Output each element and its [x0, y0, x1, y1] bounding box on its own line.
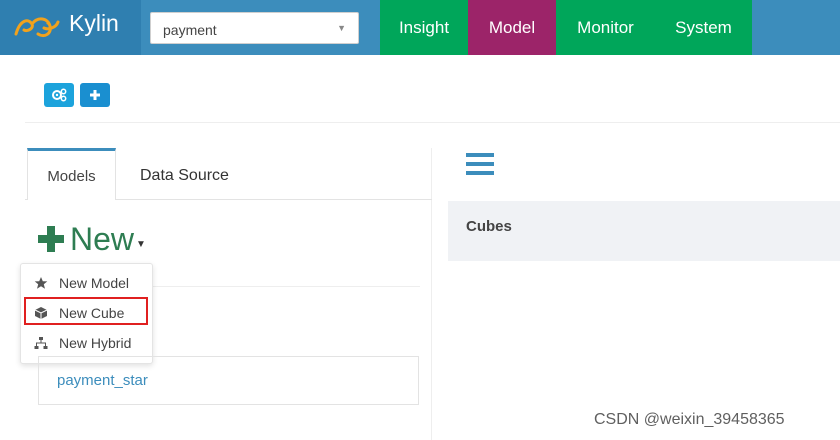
divider — [25, 122, 840, 123]
cogs-button[interactable] — [44, 83, 74, 107]
tab-insight[interactable]: Insight — [380, 0, 468, 55]
model-link[interactable]: payment_star — [57, 372, 148, 389]
new-dropdown-menu: New Model New Cube New Hybrid — [20, 263, 153, 364]
project-select[interactable]: payment ▼ — [150, 12, 359, 44]
tab-data-source[interactable]: Data Source — [140, 167, 229, 185]
menu-item-new-model[interactable]: New Model — [21, 268, 152, 298]
menu-toggle-icon[interactable] — [466, 153, 494, 175]
tab-system[interactable]: System — [655, 0, 752, 55]
hierarchy-icon — [33, 335, 49, 351]
star-icon — [33, 275, 49, 291]
cubes-section-header: Cubes — [448, 201, 840, 261]
kylin-logo — [14, 17, 60, 38]
project-selector-area: payment ▼ — [141, 0, 380, 55]
navbar-filler — [752, 0, 840, 55]
divider — [153, 286, 420, 287]
menu-item-label: New Hybrid — [59, 335, 132, 351]
cogs-icon — [52, 88, 67, 102]
tab-monitor[interactable]: Monitor — [556, 0, 655, 55]
watermark: CSDN @weixin_39458365 — [594, 411, 785, 428]
project-select-value: payment — [163, 22, 217, 38]
plus-icon — [38, 226, 64, 252]
highlight-box — [24, 297, 148, 325]
brand-name: Kylin — [69, 10, 119, 36]
cubes-title: Cubes — [466, 218, 512, 235]
tab-model[interactable]: Model — [468, 0, 556, 55]
menu-item-label: New Model — [59, 275, 130, 291]
add-button[interactable] — [80, 83, 110, 107]
menu-item-new-hybrid[interactable]: New Hybrid — [21, 328, 152, 358]
plus-icon — [90, 90, 100, 100]
tab-models[interactable]: Models — [27, 148, 116, 200]
caret-down-icon: ▼ — [337, 23, 346, 33]
new-button-label: New — [70, 220, 135, 257]
top-navbar: Kylin payment ▼ Insight Model Monitor Sy… — [0, 0, 840, 55]
caret-down-icon: ▼ — [136, 238, 146, 250]
brand[interactable]: Kylin — [0, 0, 141, 55]
new-dropdown-button[interactable]: New ▼ — [38, 220, 146, 258]
